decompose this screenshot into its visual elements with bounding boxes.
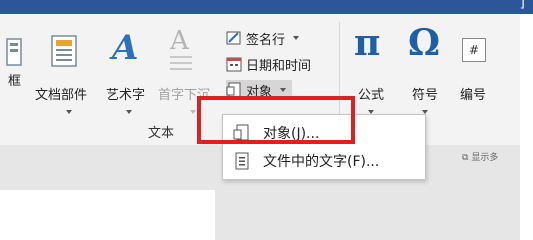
wordart-caret-icon [126, 110, 132, 114]
quick-parts-label: 文档部件 [35, 88, 88, 103]
menu-item-text-from-file[interactable]: 文件中的文字(F)... [223, 147, 425, 175]
show-more-launcher[interactable]: ⧉ 显示多 [462, 150, 498, 163]
symbol-button[interactable]: Ω 符号 [402, 22, 448, 114]
dropcap-lines-icon [170, 56, 192, 70]
title-fragment: ] [519, 0, 525, 11]
wordart-icon: A [112, 28, 139, 68]
number-label: 编号 [460, 88, 487, 103]
window-edge [520, 14, 533, 240]
calendar-icon [226, 56, 242, 72]
text-from-file-icon [233, 152, 249, 170]
signature-line-label: 签名行 [246, 32, 286, 48]
datetime-label: 日期和时间 [246, 58, 312, 74]
signature-line-caret-icon [293, 36, 300, 40]
frame-button[interactable]: 框 [0, 24, 30, 104]
document-page[interactable] [0, 190, 215, 240]
pi-icon: π [354, 22, 381, 64]
launcher-label: 显示多 [471, 153, 499, 163]
document-background [215, 190, 520, 240]
group-text-label: 文本 [148, 126, 175, 141]
equation-label: 公式 [358, 88, 385, 103]
quick-parts-button[interactable]: 文档部件 [30, 24, 100, 114]
omega-icon: Ω [408, 22, 441, 64]
highlight-box [197, 96, 355, 144]
signature-line-icon [226, 30, 242, 46]
object-caret-icon [280, 88, 287, 92]
datetime-button[interactable]: 日期和时间 [226, 54, 311, 74]
dropcap-caret-icon [190, 110, 196, 114]
signature-line-button[interactable]: 签名行 [226, 28, 300, 48]
quick-parts-icon [51, 35, 77, 67]
quick-parts-caret-icon [66, 110, 72, 114]
menu-item-text-from-file-label: 文件中的文字(F)... [263, 154, 380, 170]
dropcap-icon: A [170, 26, 189, 56]
wordart-button[interactable]: A 艺术字 [102, 24, 154, 114]
frame-icon [6, 38, 22, 66]
frame-label: 框 [8, 74, 22, 89]
number-icon: # [462, 38, 486, 62]
title-bar: ] [0, 0, 533, 14]
symbol-label: 符号 [412, 88, 439, 103]
wordart-label: 艺术字 [106, 88, 146, 103]
dropcap-button[interactable]: A 首字下沉 [156, 24, 222, 114]
launcher-icon: ⧉ [462, 153, 469, 163]
number-button[interactable]: # 编号 [456, 24, 502, 108]
